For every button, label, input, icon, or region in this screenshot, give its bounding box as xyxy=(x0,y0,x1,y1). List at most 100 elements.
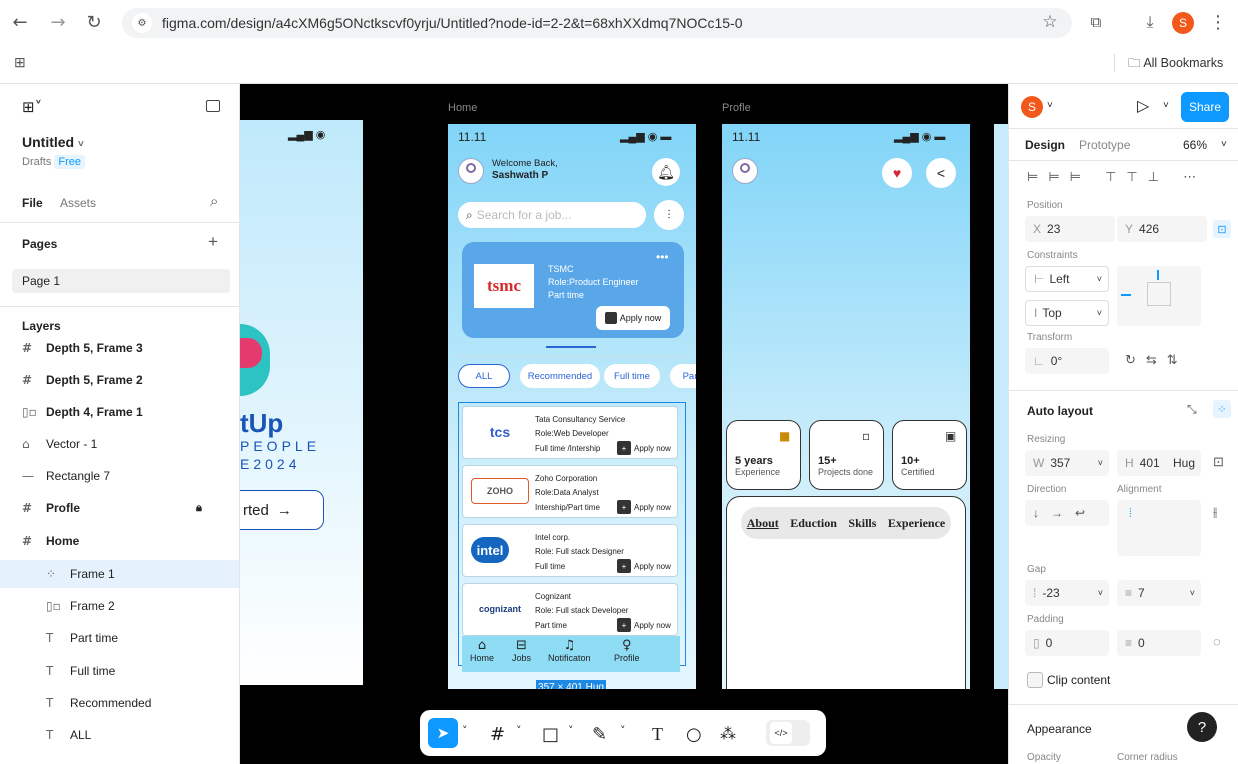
apply-button[interactable]: + Apply now xyxy=(617,618,671,632)
gap-horizontal-input[interactable]: ⁞ -23 ˅ xyxy=(1025,580,1109,606)
extensions-icon[interactable]: ⧉ xyxy=(1082,8,1110,36)
chevron-down-icon[interactable]: ˅ xyxy=(568,724,574,737)
job-card-cognizant[interactable]: cognizant Cognizant Role: Full stack Dev… xyxy=(462,583,678,636)
heart-icon[interactable]: ♥ xyxy=(882,158,912,188)
more-icon[interactable]: ••• xyxy=(656,250,669,264)
address-bar[interactable]: ⚙ figma.com/design/a4cXM6g5ONctkscvf0yrj… xyxy=(122,8,1072,38)
apply-button[interactable]: + Apply now xyxy=(617,441,671,455)
add-page-icon[interactable]: + xyxy=(208,232,218,252)
constraint-horizontal-select[interactable]: ⊢ Left ˅ xyxy=(1025,266,1109,292)
chevron-down-icon[interactable]: ˅ xyxy=(1221,139,1227,150)
absolute-position-icon[interactable]: ⊡ xyxy=(1213,220,1231,238)
search-icon[interactable]: ⌕ xyxy=(210,192,218,210)
align-tools[interactable]: ⊨⊨⊨ ⊤⊤⊥ ⋯ xyxy=(1027,170,1206,185)
back-icon[interactable]: ← xyxy=(6,8,34,36)
text-tool-icon[interactable]: T xyxy=(652,724,663,745)
help-icon[interactable]: ? xyxy=(1187,712,1217,742)
forward-icon[interactable]: → xyxy=(44,8,72,36)
job-card-zoho[interactable]: ZOHO Zoho Corporation Role:Data Analyst … xyxy=(462,465,678,518)
layer-depth5-frame3[interactable]: # Depth 5, Frame 3 xyxy=(0,334,239,362)
rectangle-tool-icon[interactable]: □ xyxy=(542,724,559,745)
chevron-down-icon[interactable]: ˅ xyxy=(1047,100,1053,111)
layer-depth4-frame1[interactable]: ▯▫ Depth 4, Frame 1 xyxy=(0,398,239,426)
chevron-down-icon[interactable]: ˅ xyxy=(620,724,626,737)
layer-profle[interactable]: # Profle 🔒︎ xyxy=(0,494,239,522)
featured-apply-button[interactable]: Apply now xyxy=(596,306,670,330)
tab-experience[interactable]: Experience xyxy=(888,516,945,531)
job-card-tcs[interactable]: tcs Tata Consultancy Service Role:Web De… xyxy=(462,406,678,459)
width-input[interactable]: W 357 ˅ xyxy=(1025,450,1109,476)
layer-depth5-frame2[interactable]: # Depth 5, Frame 2 xyxy=(0,366,239,394)
layer-frame-2[interactable]: ▯▫ Frame 2 xyxy=(0,592,239,620)
autolayout-grid-icon[interactable]: ⁘ xyxy=(1213,400,1231,418)
featured-job-card[interactable]: tsmc TSMC Role:Product Engineer Part tim… xyxy=(462,242,684,338)
next-frame-edge[interactable] xyxy=(994,124,1008,689)
nav-home[interactable]: ⌂ Home xyxy=(470,638,494,663)
alignment-grid[interactable]: ⦙ xyxy=(1117,500,1201,556)
design-canvas[interactable]: ▂▄▆ ◉ tUp PEOPLE E2024 rted → Home 11.11 … xyxy=(240,84,1008,764)
layer-home[interactable]: # Home xyxy=(0,527,239,555)
bookmark-star-icon[interactable]: ☆ xyxy=(1036,8,1064,36)
frame-tool-icon[interactable]: # xyxy=(490,724,505,745)
flip-tools[interactable]: ↻⇆⇅ xyxy=(1125,352,1188,368)
chip-all[interactable]: ALL xyxy=(458,364,510,388)
share-icon[interactable]: < xyxy=(926,158,956,188)
layer-full-time[interactable]: T Full time xyxy=(0,657,239,685)
layer-part-time[interactable]: T Part time xyxy=(0,624,239,652)
frame-label-home[interactable]: Home xyxy=(448,102,477,114)
resize-to-fit-icon[interactable]: ⊡ xyxy=(1213,454,1224,470)
zoom-level[interactable]: 66% xyxy=(1183,138,1207,152)
avatar[interactable] xyxy=(732,158,758,184)
collapse-autolayout-icon[interactable]: ⤡ xyxy=(1187,402,1197,417)
nav-notification[interactable]: ♫ Notificaton xyxy=(548,638,591,663)
get-started-button[interactable]: rted → xyxy=(240,490,324,530)
layer-vector-1[interactable]: ⌂ Vector - 1 xyxy=(0,430,239,458)
layer-recommended[interactable]: T Recommended xyxy=(0,689,239,717)
reload-icon[interactable]: ↻ xyxy=(80,8,108,36)
tab-prototype[interactable]: Prototype xyxy=(1079,138,1130,152)
avatar[interactable] xyxy=(458,158,484,184)
comment-tool-icon[interactable]: ○ xyxy=(686,724,702,745)
gap-vertical-input[interactable]: ≡ 7 ˅ xyxy=(1117,580,1201,606)
all-bookmarks-link[interactable]: 🗀 All Bookmarks xyxy=(1128,54,1223,75)
lock-icon[interactable]: 🔒︎ xyxy=(196,502,202,515)
chip-part-time[interactable]: Par xyxy=(670,364,696,388)
actions-tool-icon[interactable]: ⁂ xyxy=(720,724,736,743)
layer-rectangle-7[interactable]: — Rectangle 7 xyxy=(0,462,239,490)
tab-about[interactable]: About xyxy=(747,516,779,531)
chevron-down-icon[interactable]: ˅ xyxy=(516,724,522,737)
tab-assets[interactable]: Assets xyxy=(60,196,96,210)
job-search-input[interactable]: ⌕ Search for a job... xyxy=(458,202,646,228)
x-input[interactable]: X 23 xyxy=(1025,216,1115,242)
nav-jobs[interactable]: ⊟ Jobs xyxy=(512,638,531,663)
bell-icon[interactable]: 🔔︎ xyxy=(652,158,680,186)
user-avatar[interactable]: S xyxy=(1021,96,1043,118)
filter-icon[interactable]: ⫶ xyxy=(654,200,684,230)
present-play-icon[interactable]: ▷ xyxy=(1137,96,1149,116)
site-settings-icon[interactable]: ⚙ xyxy=(132,13,152,33)
padding-vertical-input[interactable]: ≡ 0 xyxy=(1117,630,1201,656)
download-icon[interactable]: ⤓ xyxy=(1136,8,1164,36)
menu-kebab-icon[interactable]: ⋮ xyxy=(1204,8,1232,36)
direction-toggle[interactable]: ↓→↩ xyxy=(1025,500,1109,526)
tab-design[interactable]: Design xyxy=(1025,138,1065,152)
rotation-input[interactable]: ∟ 0° xyxy=(1025,348,1109,374)
layout-settings-icon[interactable]: ⫲ xyxy=(1213,504,1217,520)
profile-avatar[interactable]: S xyxy=(1172,12,1194,34)
chip-full-time[interactable]: Full time xyxy=(604,364,660,388)
nav-profile[interactable]: ♀ Profile xyxy=(614,638,640,663)
constraint-vertical-select[interactable]: I Top ˅ xyxy=(1025,300,1109,326)
figma-main-menu-icon[interactable]: ⊞˅ xyxy=(22,98,42,116)
chevron-down-icon[interactable]: ˅ xyxy=(1163,100,1169,111)
home-frame[interactable]: 11.11 ▂▄▆ ◉ ▬ Welcome Back, Sashwath P 🔔… xyxy=(448,124,696,689)
chip-recommended[interactable]: Recommended xyxy=(520,364,600,388)
clip-content-checkbox[interactable] xyxy=(1027,672,1043,688)
chevron-down-icon[interactable]: ˅ xyxy=(462,724,468,737)
y-input[interactable]: Y 426 xyxy=(1117,216,1207,242)
welcome-frame[interactable]: ▂▄▆ ◉ tUp PEOPLE E2024 rted → xyxy=(240,120,363,685)
padding-horizontal-input[interactable]: ▯ 0 xyxy=(1025,630,1109,656)
tab-education[interactable]: Eduction xyxy=(790,516,837,531)
file-name[interactable]: Untitled ˅ xyxy=(22,134,84,150)
move-tool-icon[interactable]: ➤ xyxy=(428,718,458,748)
height-input[interactable]: H 401 Hug xyxy=(1117,450,1201,476)
